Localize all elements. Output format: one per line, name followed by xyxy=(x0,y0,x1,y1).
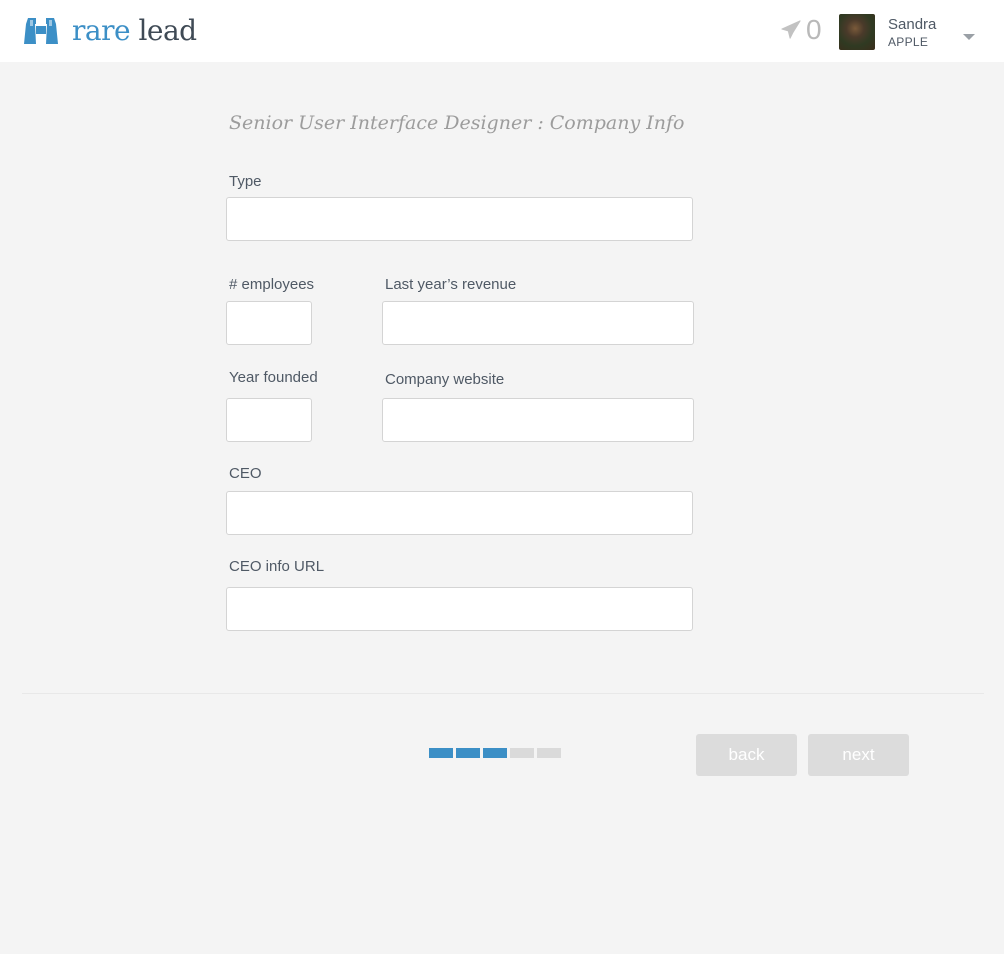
company-website-input[interactable] xyxy=(382,398,694,442)
revenue-label: Last year’s revenue xyxy=(385,276,517,293)
logo-text-rare: rare xyxy=(72,14,131,47)
chevron-down-icon[interactable] xyxy=(963,34,975,40)
progress-step xyxy=(510,748,534,758)
ceo-info-url-label: CEO info URL xyxy=(229,558,325,575)
user-name[interactable]: Sandra xyxy=(888,16,936,33)
top-header: rare lead 0 Sandra APPLE xyxy=(0,0,1004,62)
ceo-label: CEO xyxy=(229,465,262,482)
revenue-input[interactable] xyxy=(382,301,694,345)
year-founded-label: Year founded xyxy=(229,369,318,386)
paper-plane-icon xyxy=(781,20,801,39)
ceo-info-url-input[interactable] xyxy=(226,587,693,631)
back-button[interactable]: back xyxy=(696,734,797,776)
progress-step xyxy=(537,748,561,758)
avatar[interactable] xyxy=(839,14,875,50)
notifications-button[interactable]: 0 xyxy=(780,16,822,44)
step-progress xyxy=(429,748,561,758)
avatar-image xyxy=(839,14,875,50)
page-title: Senior User Interface Designer : Company… xyxy=(229,112,685,134)
divider xyxy=(22,693,984,694)
binoculars-icon xyxy=(24,18,58,44)
progress-step xyxy=(456,748,480,758)
year-founded-input[interactable] xyxy=(226,398,312,442)
next-button[interactable]: next xyxy=(808,734,909,776)
employees-label: # employees xyxy=(229,276,315,293)
notifications-count: 0 xyxy=(806,14,822,45)
type-input[interactable] xyxy=(226,197,693,241)
progress-step xyxy=(483,748,507,758)
logo-text-lead: lead xyxy=(138,14,197,47)
user-company: APPLE xyxy=(888,35,929,49)
rarelead-logo[interactable]: rare lead xyxy=(24,14,197,48)
progress-step xyxy=(429,748,453,758)
employees-input[interactable] xyxy=(226,301,312,345)
logo-text: rare lead xyxy=(72,17,197,45)
type-label: Type xyxy=(229,173,262,190)
company-website-label: Company website xyxy=(385,371,505,388)
ceo-input[interactable] xyxy=(226,491,693,535)
